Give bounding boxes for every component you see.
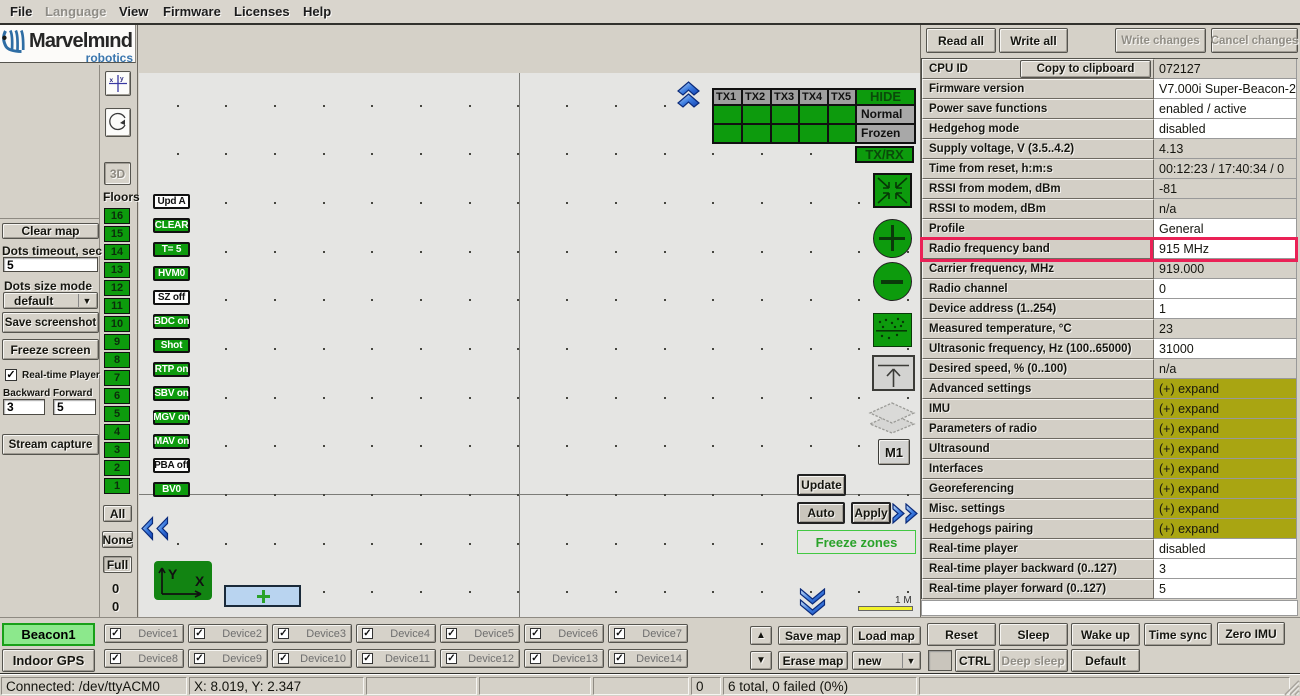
svg-text:X: X bbox=[195, 573, 205, 589]
svg-text:y: y bbox=[120, 76, 124, 83]
svg-text:x: x bbox=[110, 77, 114, 84]
svg-text:Y: Y bbox=[168, 566, 178, 582]
